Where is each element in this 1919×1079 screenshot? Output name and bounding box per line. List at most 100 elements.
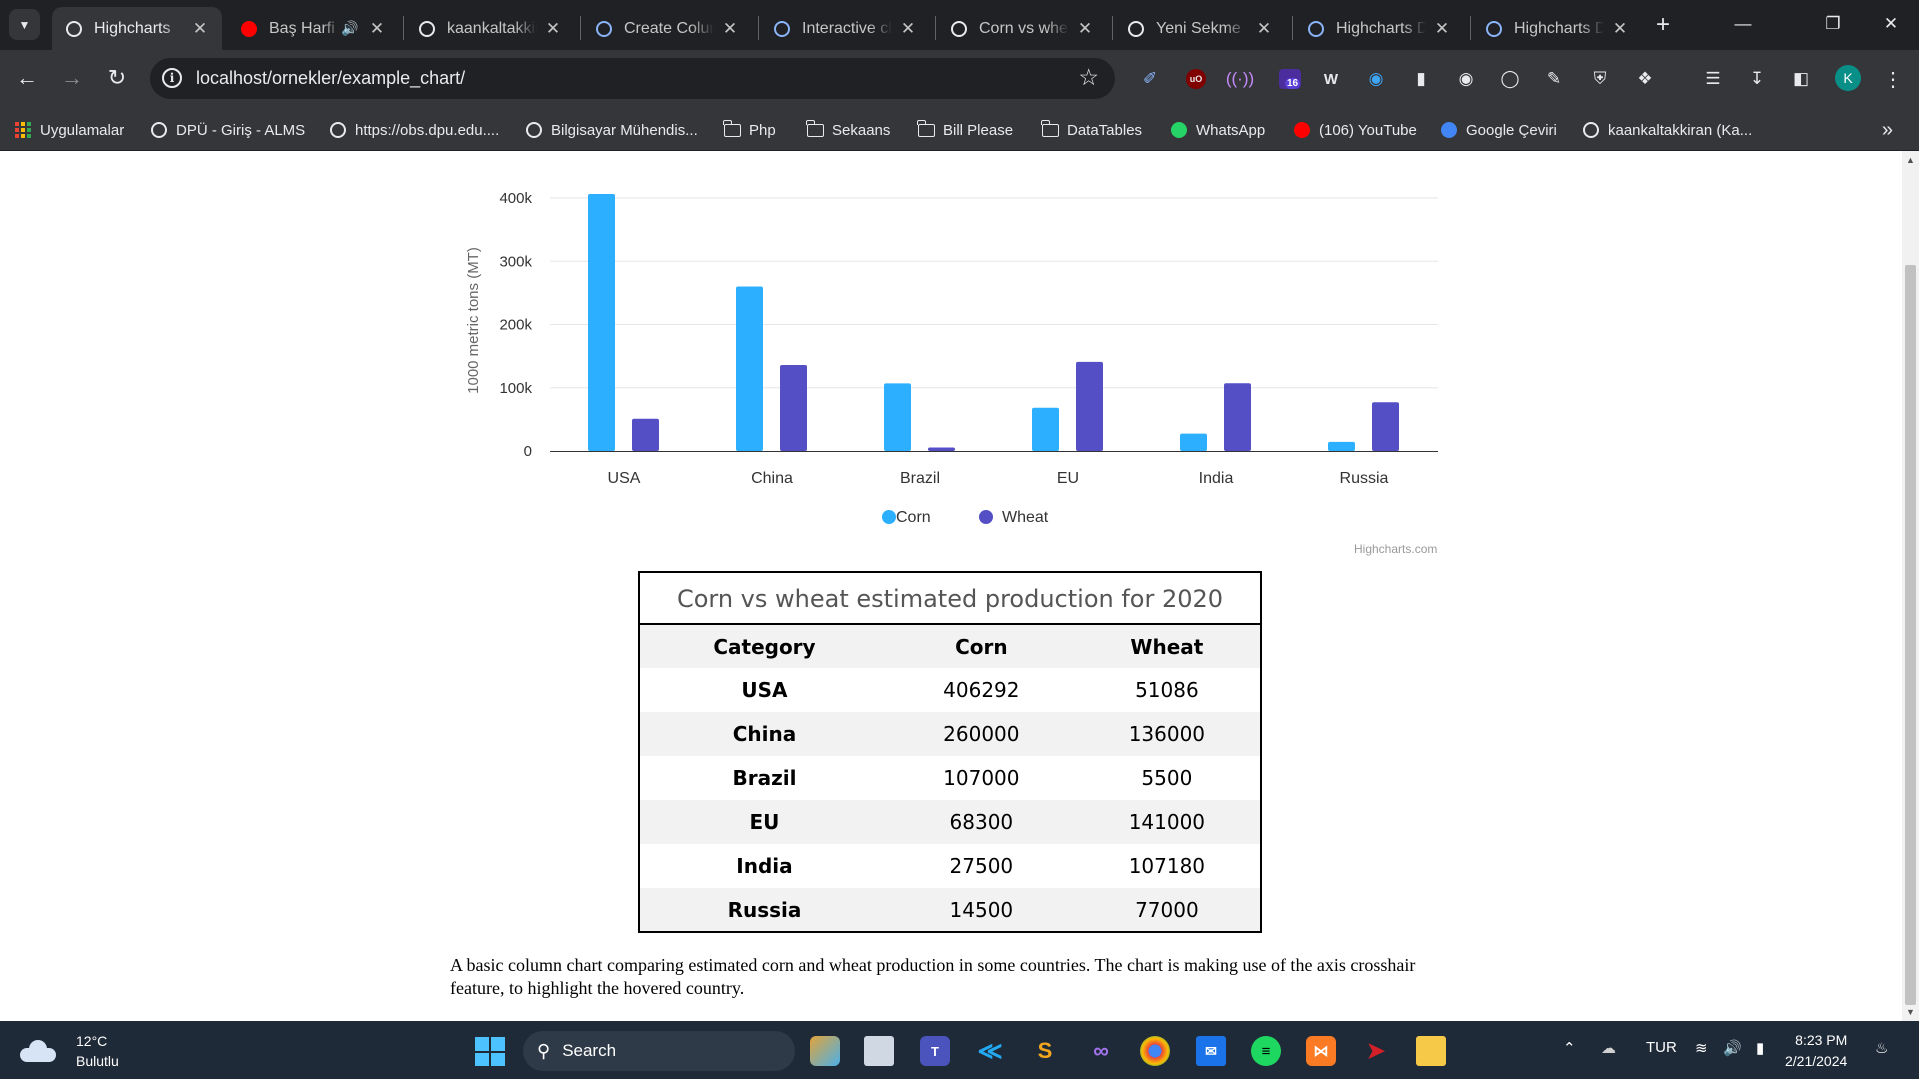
reload-button[interactable]: ↻ (100, 61, 134, 95)
tab-1[interactable]: Highcharts ✕ (52, 7, 222, 50)
onedrive-cloud-icon[interactable]: ☁ (1601, 1039, 1616, 1057)
notification-bell-icon[interactable]: ♨ (1875, 1039, 1888, 1057)
weather-widget[interactable]: 12°C Bulutlu (20, 1031, 119, 1071)
close-icon[interactable]: ✕ (898, 19, 918, 39)
scrollbar-thumb[interactable] (1905, 265, 1916, 1005)
table-header-cell: Wheat (1130, 634, 1204, 659)
side-panel-icon[interactable]: ◧ (1788, 66, 1814, 92)
speaker-icon[interactable]: 🔊 (341, 20, 361, 37)
bookmark-item[interactable]: kaankaltakkiran (Ka... (1582, 118, 1752, 142)
globe-icon (329, 121, 347, 139)
bookmark-item[interactable]: Uygulamalar (14, 118, 124, 142)
scroll-down-icon[interactable]: ▼ (1906, 1007, 1915, 1017)
new-tab-button[interactable]: + (1649, 11, 1677, 39)
extension-wave-icon[interactable]: ◉ (1363, 66, 1389, 92)
table-cell: 406292 (943, 678, 1020, 702)
scroll-up-icon[interactable]: ▲ (1906, 155, 1915, 165)
windows-start-icon[interactable] (475, 1037, 505, 1066)
legend-item-corn[interactable]: Corn (882, 509, 931, 526)
bookmark-item[interactable]: DataTables (1041, 118, 1142, 142)
ublock-icon[interactable]: uO (1186, 69, 1206, 89)
extension-circle-icon[interactable]: ◉ (1453, 66, 1479, 92)
wifi-icon[interactable]: ≋ (1695, 1039, 1708, 1057)
bookmark-item[interactable]: Bill Please (917, 118, 1013, 142)
site-info-icon[interactable]: i (162, 68, 182, 88)
close-icon[interactable]: ✕ (1610, 19, 1630, 39)
legend-item-wheat[interactable]: Wheat (979, 509, 1049, 526)
battery-icon[interactable]: ▮ (1756, 1039, 1764, 1057)
visual-studio-icon[interactable]: ∞ (1086, 1036, 1116, 1066)
legend-symbol (979, 510, 993, 524)
window-close-icon: ✕ (1883, 14, 1899, 33)
tab-3[interactable]: kaankaltakkiran ✕ (405, 7, 575, 50)
shield-icon[interactable]: ⛨ (1587, 66, 1613, 92)
tab-5[interactable]: Interactive charts ✕ (760, 7, 930, 50)
bookmark-item[interactable]: https://obs.dpu.edu.... (329, 118, 499, 142)
copilot-icon[interactable] (810, 1036, 840, 1066)
kebab-menu-icon[interactable]: ⋮ (1880, 66, 1906, 92)
extension-pen-icon[interactable]: ✐ (1137, 66, 1163, 92)
tab-8[interactable]: Highcharts Demo ✕ (1294, 7, 1464, 50)
x-tick-label: Brazil (900, 470, 940, 487)
tab-9[interactable]: Highcharts Demo ✕ (1472, 7, 1642, 50)
volume-icon[interactable]: 🔊 (1723, 1039, 1742, 1057)
extension-doc-icon[interactable]: ▮ (1408, 66, 1434, 92)
bookmark-item[interactable]: Php (723, 118, 776, 142)
bookmark-item[interactable]: Bilgisayar Mühendis... (525, 118, 698, 142)
system-clock[interactable]: 8:23 PM 2/21/2024 (1785, 1030, 1847, 1072)
vscode-icon[interactable]: ≪ (975, 1036, 1005, 1066)
teams-icon[interactable]: T (920, 1036, 950, 1066)
language-indicator[interactable]: TUR (1646, 1039, 1677, 1056)
chrome-taskbar-icon[interactable] (1140, 1036, 1170, 1066)
bookmark-item[interactable]: Google Çeviri (1440, 118, 1557, 142)
bookmark-item[interactable]: Sekaans (806, 118, 890, 142)
file-explorer-icon[interactable] (1416, 1036, 1446, 1066)
task-view-icon[interactable] (864, 1036, 894, 1066)
tab-2[interactable]: Baş Harfi 🔊 ✕ (227, 7, 399, 50)
tab-6[interactable]: Corn vs wheat ✕ (937, 7, 1107, 50)
back-button[interactable]: ← (10, 61, 44, 95)
xampp-icon[interactable]: ⋈ (1306, 1036, 1336, 1066)
bookmark-star-icon[interactable]: ☆ (1078, 64, 1099, 91)
tab-search-button[interactable]: ▼ (9, 9, 40, 40)
minimize-button[interactable]: — (1720, 8, 1766, 40)
filezilla-icon[interactable]: ➤ (1361, 1036, 1391, 1066)
close-icon[interactable]: ✕ (367, 19, 387, 39)
extensions-puzzle-icon[interactable]: ❖ (1632, 66, 1658, 92)
eyedropper-icon[interactable]: ✎ (1541, 66, 1567, 92)
taskbar-search[interactable]: ⚲ Search (523, 1031, 795, 1071)
sublime-icon[interactable]: S (1030, 1036, 1060, 1066)
spotify-icon[interactable]: ≡ (1251, 1036, 1281, 1066)
close-icon[interactable]: ✕ (1254, 19, 1274, 39)
bookmark-item[interactable]: WhatsApp (1170, 118, 1265, 142)
forward-button[interactable]: → (55, 61, 89, 95)
window-close-button[interactable]: ✕ (1868, 8, 1914, 40)
tab-title: Yeni Sekme (1156, 19, 1241, 37)
download-icon[interactable]: ↧ (1744, 66, 1770, 92)
bookmark-item[interactable]: (106) YouTube (1293, 118, 1417, 142)
close-icon[interactable]: ✕ (1075, 19, 1095, 39)
highcharts-icon (772, 19, 791, 38)
address-bar[interactable]: i localhost/ornekler/example_chart/ ☆ (150, 58, 1115, 99)
x-tick-label: USA (608, 470, 641, 487)
bookmark-item[interactable]: DPÜ - Giriş - ALMS (150, 118, 305, 142)
close-icon[interactable]: ✕ (190, 19, 210, 39)
extension-record-icon[interactable]: ◯ (1497, 66, 1523, 92)
chart-credits-link[interactable]: Highcharts.com (1354, 542, 1437, 556)
extension-signal-icon[interactable]: ((·)) (1226, 66, 1254, 92)
media-queue-icon[interactable]: ☰ (1700, 66, 1726, 92)
close-icon[interactable]: ✕ (543, 19, 563, 39)
extension-badge-icon[interactable]: 16 (1277, 66, 1303, 92)
close-icon[interactable]: ✕ (720, 19, 740, 39)
extension-w-icon[interactable]: W (1318, 66, 1344, 92)
close-icon[interactable]: ✕ (1432, 19, 1452, 39)
page-scrollbar[interactable]: ▲ ▼ (1902, 151, 1919, 1021)
mail-icon[interactable]: ✉ (1196, 1036, 1226, 1066)
profile-avatar[interactable]: K (1835, 65, 1861, 91)
bookmarks-overflow-icon[interactable]: » (1882, 119, 1893, 142)
bar-wheat-eu (1076, 361, 1103, 451)
tab-7[interactable]: Yeni Sekme ✕ (1114, 7, 1286, 50)
restore-button[interactable]: ❐ (1810, 8, 1856, 40)
tray-chevron-icon[interactable]: ⌃ (1563, 1039, 1576, 1057)
tab-4[interactable]: Create Column ✕ (582, 7, 752, 50)
